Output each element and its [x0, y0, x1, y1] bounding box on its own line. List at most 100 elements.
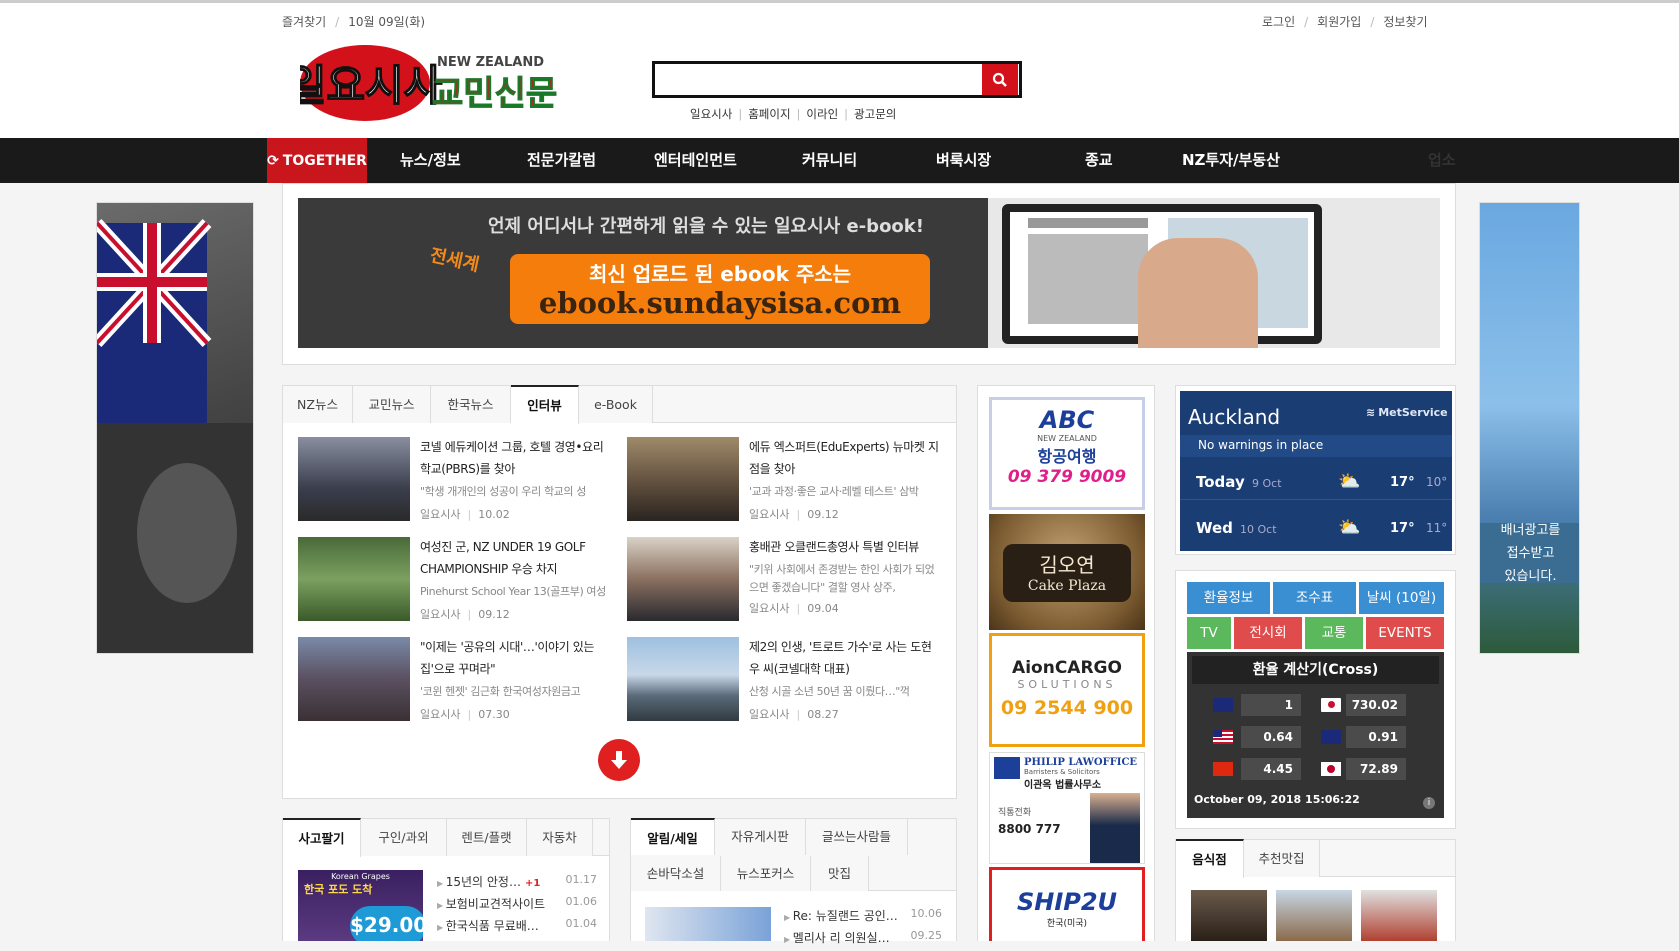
news-summary: "키위 사회에서 존경받는 한인 사회가 되었으면 좋겠습니다" 결할 영사 상… [749, 563, 935, 594]
info-icon[interactable]: i [1423, 797, 1435, 809]
right-side-banner[interactable]: 배너광고를 접수받고 있습니다. [1479, 202, 1580, 654]
ad-philip-law[interactable]: PHILIP LAWOFFICE Barristers & Solicitors… [989, 752, 1145, 864]
nav-investment[interactable]: NZ투자/부동산 [1182, 138, 1280, 183]
quick-link[interactable]: 홈페이지 [748, 107, 790, 121]
list-item[interactable]: ▶ 멜리사 리 의원실… 09.25 [784, 929, 942, 951]
tab-rent[interactable]: 렌트/플랫 [447, 819, 527, 856]
news-item[interactable]: "이제는 '공유의 시대'…'이야기 있는 집'으로 꾸며라" '코윈 헨젯' … [420, 636, 610, 722]
ebook-banner[interactable]: 언제 어디서나 간편하게 읽을 수 있는 일요시사 e-book! 전세계 최신… [298, 198, 1440, 348]
events-button[interactable]: EVENTS [1366, 617, 1444, 649]
news-title[interactable]: 여성진 군, NZ UNDER 19 GOLF CHAMPIONSHIP 우승 … [420, 536, 610, 580]
provider-name: MetService [1378, 406, 1448, 419]
fx-output[interactable]: 0.91 [1346, 726, 1406, 748]
news-item[interactable]: 코넬 에듀케이션 그룹, 호텔 경영•요리학교(PBRS)를 찾아 "학생 개개… [420, 436, 610, 522]
search-button[interactable] [982, 64, 1018, 95]
find-info-link[interactable]: 정보찾기 [1383, 15, 1427, 29]
tab-restaurants[interactable]: 맛집 [811, 856, 869, 891]
ad-ship2u[interactable]: SHIP2U 한국(미국) [989, 867, 1145, 941]
news-item[interactable]: 에듀 엑스퍼트(EduExperts) 뉴마켓 지점을 찾아 '교과 과정·좋은… [749, 436, 939, 522]
list-item-title[interactable]: Re: 뉴질랜드 공인… [793, 909, 898, 923]
tab-writers[interactable]: 글쓰는사람들 [806, 819, 908, 855]
news-title[interactable]: "이제는 '공유의 시대'…'이야기 있는 집'으로 꾸며라" [420, 636, 610, 680]
tab-notice-sale[interactable]: 알림/세일 [631, 818, 715, 855]
nav-news[interactable]: 뉴스/정보 [400, 138, 461, 183]
list-item-title[interactable]: 멜리사 리 의원실… [793, 931, 890, 945]
bookmark-link[interactable]: 즐겨찾기 [282, 15, 326, 29]
tab-jobs[interactable]: 구인/과외 [361, 819, 447, 856]
tab-cars[interactable]: 자동차 [527, 819, 593, 856]
market-thumbnail[interactable]: Korean Grapes 한국 포도 도착 $29.00 [298, 870, 423, 941]
quick-link[interactable]: 이라인 [806, 107, 838, 121]
weather-day: Wed [1196, 519, 1233, 537]
cn-flag-icon [1213, 762, 1233, 776]
news-meta: 일요시사 | 07.30 [420, 708, 510, 721]
quick-link[interactable]: 일요시사 [690, 107, 732, 121]
fx-input[interactable]: 1 [1241, 694, 1301, 716]
news-title[interactable]: 코넬 에듀케이션 그룹, 호텔 경영•요리학교(PBRS)를 찾아 [420, 436, 610, 480]
tab-restaurant[interactable]: 음식점 [1176, 839, 1244, 878]
tab-interview[interactable]: 인터뷰 [511, 385, 579, 424]
ad-aion-cargo[interactable]: AionCARGO SOLUTIONS 09 2544 900 [989, 633, 1145, 747]
fx-input[interactable]: 4.45 [1241, 758, 1301, 780]
fx-output[interactable]: 72.89 [1346, 758, 1406, 780]
news-thumbnail[interactable] [627, 437, 739, 521]
news-thumbnail[interactable] [298, 537, 410, 621]
tab-community-news[interactable]: 교민뉴스 [353, 386, 431, 423]
nav-market[interactable]: 벼룩시장 [936, 138, 991, 183]
list-item[interactable]: ▶ 보험비교견적사이트 01.06 [437, 895, 597, 917]
exhibition-button[interactable]: 전시회 [1234, 617, 1302, 649]
nav-entertainment[interactable]: 엔터테인먼트 [654, 138, 737, 183]
search-input[interactable] [652, 61, 1022, 98]
list-item-title[interactable]: 한국식품 무료배… [446, 919, 539, 933]
tab-nz-news[interactable]: NZ뉴스 [283, 386, 353, 423]
list-item[interactable]: ▶ 15년의 안정… +1 01.17 [437, 873, 597, 895]
news-thumbnail[interactable] [298, 437, 410, 521]
fx-output[interactable]: 730.02 [1346, 694, 1406, 716]
list-item[interactable]: ▶ Re: 뉴질랜드 공인… 10.06 [784, 907, 942, 929]
fx-input[interactable]: 0.64 [1241, 726, 1301, 748]
tab-recommended[interactable]: 추천맛집 [1244, 840, 1320, 877]
news-item[interactable]: 홍배관 오클랜드총영사 특별 인터뷰 "키위 사회에서 존경받는 한인 사회가 … [749, 536, 939, 616]
tab-free-board[interactable]: 자유게시판 [715, 819, 806, 855]
news-thumbnail[interactable] [627, 637, 739, 721]
together-button[interactable]: ⟳ TOGETHER [267, 138, 367, 183]
news-title[interactable]: 에듀 엑스퍼트(EduExperts) 뉴마켓 지점을 찾아 [749, 436, 939, 480]
food-thumbnail[interactable] [1361, 890, 1437, 941]
nav-business[interactable]: 업소 [1428, 138, 1456, 183]
tide-button[interactable]: 조수표 [1273, 582, 1356, 614]
food-thumbnail[interactable] [1191, 890, 1267, 941]
fx-info-button[interactable]: 환율정보 [1187, 582, 1270, 614]
list-item-title[interactable]: 보험비교견적사이트 [446, 897, 545, 911]
list-item[interactable]: ▶ 한국식품 무료배… 01.04 [437, 917, 597, 939]
nav-column[interactable]: 전문가칼럼 [527, 138, 596, 183]
tab-korea-news[interactable]: 한국뉴스 [431, 386, 511, 423]
news-thumbnail[interactable] [627, 537, 739, 621]
tab-news-focus[interactable]: 뉴스포커스 [721, 856, 811, 891]
news-meta: 일요시사 | 09.12 [749, 508, 839, 521]
nav-community[interactable]: 커뮤니티 [802, 138, 857, 183]
login-link[interactable]: 로그인 [1262, 15, 1295, 29]
news-item[interactable]: 제2의 인생, '트로트 가수'로 사는 도현우 씨(코넬대학 대표) 산청 시… [749, 636, 939, 722]
more-news-button[interactable] [598, 739, 640, 781]
site-logo[interactable]: 일요시사 NEW ZEALAND 교민신문 [287, 42, 560, 124]
nav-religion[interactable]: 종교 [1085, 138, 1113, 183]
ad-cake-plaza[interactable]: 김오연 Cake Plaza [989, 514, 1145, 630]
news-title[interactable]: 제2의 인생, '트로트 가수'로 사는 도현우 씨(코넬대학 대표) [749, 636, 939, 680]
news-item[interactable]: 여성진 군, NZ UNDER 19 GOLF CHAMPIONSHIP 우승 … [420, 536, 610, 622]
quick-link[interactable]: 광고문의 [854, 107, 896, 121]
weather-widget[interactable]: Auckland ≋ MetService No warnings in plac… [1180, 391, 1452, 551]
tv-button[interactable]: TV [1187, 617, 1231, 649]
tab-buysell[interactable]: 사고팔기 [283, 818, 361, 857]
traffic-button[interactable]: 교통 [1305, 617, 1363, 649]
food-thumbnail[interactable] [1276, 890, 1352, 941]
weather-10day-button[interactable]: 날씨 (10일) [1359, 582, 1444, 614]
tab-short-novel[interactable]: 손바닥소설 [631, 856, 721, 891]
left-side-banner[interactable] [96, 202, 254, 654]
news-title[interactable]: 홍배관 오클랜드총영사 특별 인터뷰 [749, 536, 939, 558]
board-thumbnail[interactable] [645, 907, 771, 941]
news-thumbnail[interactable] [298, 637, 410, 721]
tab-ebook[interactable]: e-Book [579, 386, 653, 423]
list-item-title[interactable]: 15년의 안정… [446, 875, 521, 889]
join-link[interactable]: 회원가입 [1317, 15, 1361, 29]
ad-abc-travel[interactable]: ABC NEW ZEALAND 항공여행 09 379 9009 [989, 397, 1145, 510]
